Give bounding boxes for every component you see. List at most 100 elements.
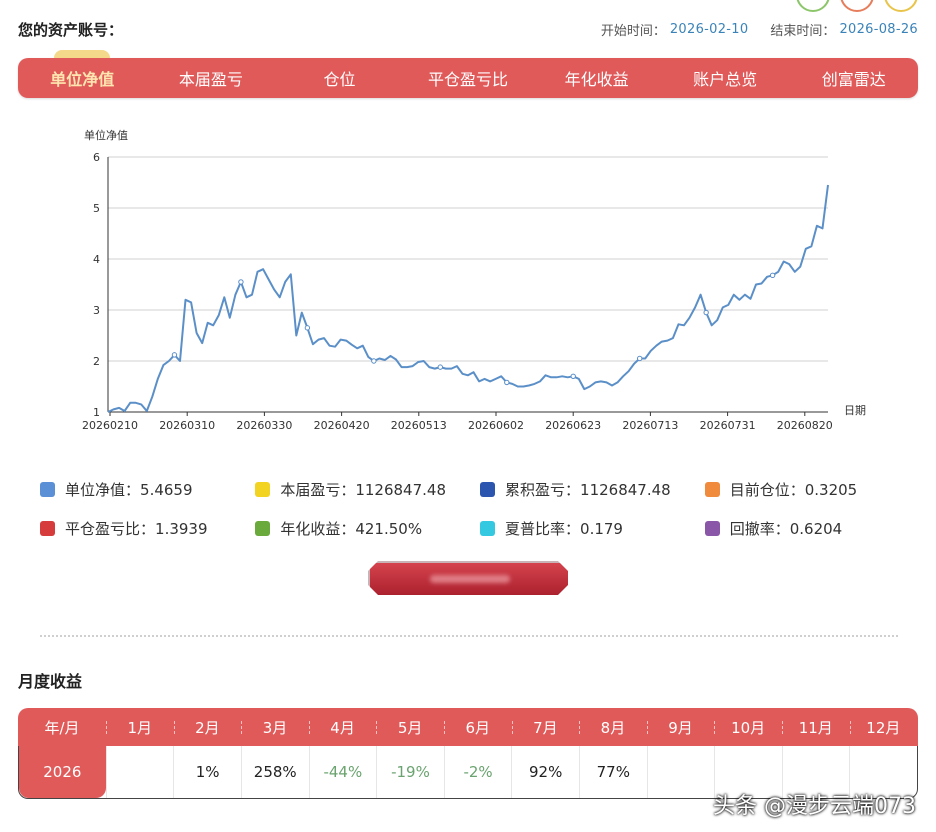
legend-row: 单位净值5.4659本届盈亏1126847.48累积盈亏1126847.48目前… (40, 470, 920, 509)
legend-value: 0.6204 (789, 519, 843, 538)
legend-name: 目前仓位 (730, 479, 805, 500)
legend-item[interactable]: 年化收益421.50% (255, 518, 480, 539)
legend-swatch-icon (255, 482, 271, 497)
tab-5[interactable]: 账户总览 (661, 66, 790, 90)
month-header: 7月 (511, 717, 580, 738)
month-return-cell: 77% (578, 746, 647, 798)
legend-item[interactable]: 本届盈亏1126847.48 (255, 479, 480, 500)
legend-item[interactable]: 平仓盈亏比1.3939 (40, 518, 255, 539)
account-label: 您的资产账号： (18, 20, 124, 39)
month-return-cell: 1% (173, 746, 241, 798)
x-tick-label: 20260713 (622, 419, 678, 432)
legend-swatch-icon (704, 521, 720, 536)
x-axis-title: 日期 (844, 404, 866, 417)
legend-value: 421.50% (355, 519, 423, 538)
tab-1[interactable]: 本届盈亏 (147, 66, 276, 90)
date-range: 开始时间： 2026-02-10 结束时间： 2026-08-26 (601, 20, 918, 39)
data-point (504, 379, 510, 386)
legend-item[interactable]: 单位净值5.4659 (40, 479, 255, 500)
month-return-cell: 92% (511, 746, 579, 798)
legend-name: 累积盈亏 (505, 479, 580, 500)
x-tick-label: 20260210 (82, 419, 138, 432)
tab-2[interactable]: 仓位 (275, 66, 404, 90)
x-tick-label: 20260513 (391, 419, 447, 432)
month-header: 11月 (781, 717, 850, 738)
month-return-cell: -44% (308, 746, 377, 798)
legend-name: 平仓盈亏比 (65, 518, 155, 539)
tab-3[interactable]: 平仓盈亏比 (404, 66, 533, 90)
month-header: 3月 (241, 717, 309, 738)
top-status-circles (796, 0, 918, 12)
year-cell: 2026 (19, 746, 106, 798)
legend-row: 平仓盈亏比1.3939年化收益421.50%夏普比率0.179回撤率0.6204 (40, 509, 920, 548)
end-date-value[interactable]: 2026-08-26 (839, 22, 918, 37)
y-tick-label: 2 (93, 355, 100, 368)
legend-item[interactable]: 累积盈亏1126847.48 (480, 479, 705, 500)
month-header: 5月 (376, 717, 444, 738)
x-tick-label: 20260731 (700, 419, 756, 432)
legend-swatch-icon (40, 482, 55, 497)
x-tick-label: 20260420 (314, 419, 370, 432)
y-tick-label: 1 (93, 406, 100, 419)
legend-value: 5.4659 (140, 480, 193, 499)
month-header: 10月 (714, 717, 782, 738)
month-header: 4月 (308, 717, 377, 738)
legend-name: 本届盈亏 (280, 479, 355, 500)
legend-item[interactable]: 目前仓位0.3205 (704, 479, 920, 500)
data-point (570, 373, 576, 379)
data-point (636, 355, 643, 362)
x-tick-label: 20260602 (468, 419, 524, 432)
legend-swatch-icon (40, 521, 55, 536)
x-tick-label: 20260310 (159, 419, 215, 432)
end-date-label: 结束时间： (770, 23, 836, 39)
section-divider (40, 635, 898, 637)
metric-tabs: 单位净值 本届盈亏 仓位 平仓盈亏比 年化收益 账户总览 创富雷达 (18, 58, 918, 98)
start-date-label: 开始时间： (600, 23, 666, 39)
tab-4[interactable]: 年化收益 (532, 66, 661, 90)
y-tick-label: 3 (93, 304, 100, 317)
tab-0[interactable]: 单位净值 (18, 66, 147, 90)
month-return-cell (105, 746, 174, 798)
month-header: 9月 (646, 717, 715, 738)
y-tick-label: 6 (93, 151, 100, 164)
data-point (238, 279, 244, 285)
month-header: 1月 (106, 717, 174, 738)
legend-swatch-icon (480, 521, 495, 536)
legend-name: 单位净值 (65, 479, 140, 500)
action-button[interactable] (368, 561, 568, 595)
legend-name: 回撤率 (730, 518, 790, 539)
month-header: 6月 (443, 717, 512, 738)
start-date-value[interactable]: 2026-02-10 (670, 22, 749, 37)
month-return-cell: 258% (240, 746, 309, 798)
legend-value: 0.3205 (804, 480, 858, 499)
data-point (171, 352, 178, 358)
legend-value: 1126847.48 (580, 480, 671, 499)
month-return-cell: -19% (376, 746, 444, 798)
yellow-circle-icon (884, 0, 918, 12)
x-tick-label: 20260623 (545, 419, 601, 432)
data-point (703, 309, 709, 316)
legend-value: 0.179 (580, 519, 623, 538)
tab-6[interactable]: 创富雷达 (789, 66, 918, 90)
month-header: 8月 (579, 717, 647, 738)
action-button-label (370, 563, 568, 595)
legend-item[interactable]: 夏普比率0.179 (480, 518, 705, 539)
account-row: 您的资产账号： 开始时间： 2026-02-10 结束时间： 2026-08-2… (18, 18, 918, 40)
x-tick-label: 20260820 (777, 419, 833, 432)
month-header: 12月 (849, 717, 918, 738)
monthly-returns-table: 年/月 1月 2月 3月 4月 5月 6月 7月 8月 9月 10月 11月 12月 2026 1% 258… (18, 708, 918, 799)
legend-swatch-icon (255, 521, 271, 536)
y-axis-title: 单位净值 (84, 128, 128, 142)
year-month-header: 年/月 (44, 718, 80, 737)
legend-value: 1.3939 (155, 519, 208, 538)
data-point (371, 358, 377, 364)
legend-value: 1126847.48 (355, 480, 447, 499)
data-point (437, 364, 444, 370)
watermark-text: 头条 @漫步云端073 (713, 794, 916, 819)
net-value-line (107, 184, 829, 413)
legend-item[interactable]: 回撤率0.6204 (704, 518, 920, 539)
legend-swatch-icon (704, 482, 720, 497)
orange-circle-icon (840, 0, 874, 12)
month-return-cell: -2% (443, 746, 512, 798)
y-tick-label: 5 (93, 202, 100, 215)
